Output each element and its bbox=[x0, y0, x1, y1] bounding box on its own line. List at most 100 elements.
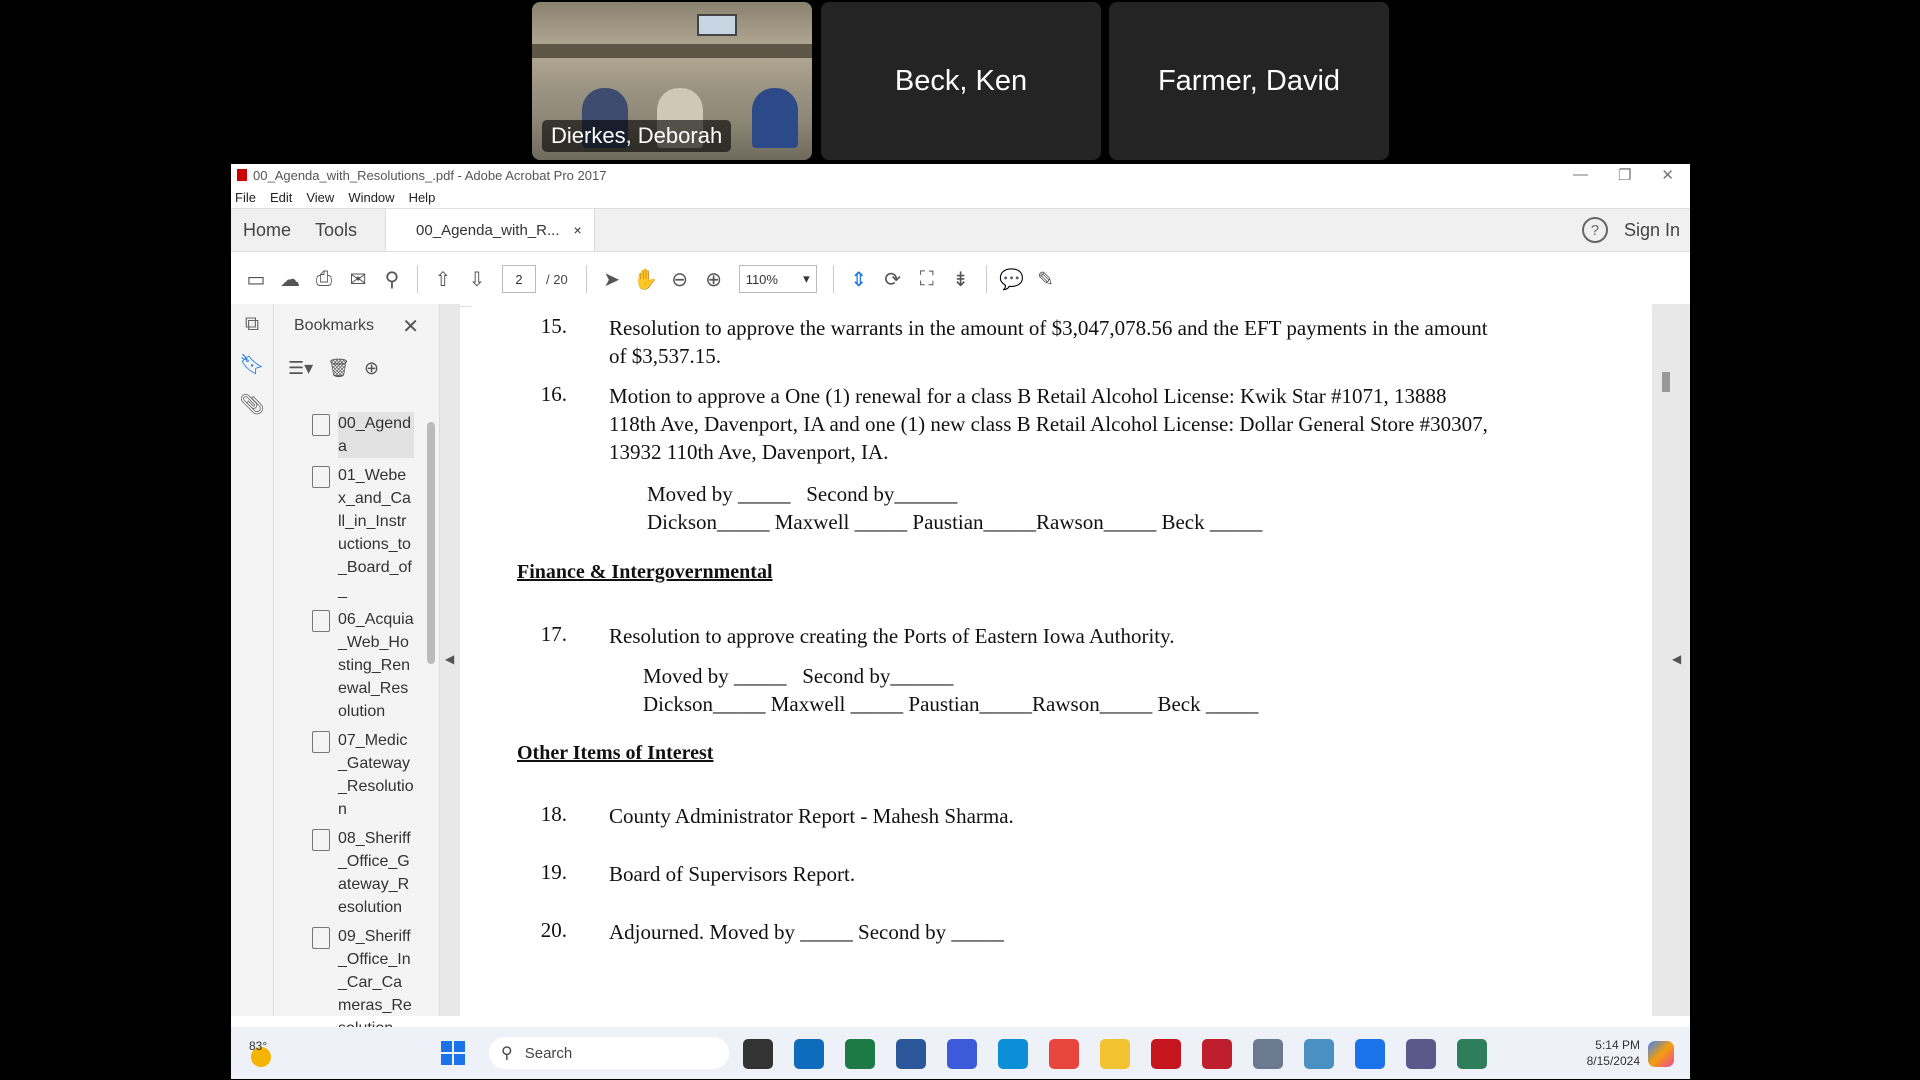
full-screen-icon[interactable]: ⛶ bbox=[910, 262, 944, 296]
participant-video-tile[interactable]: Dierkes, Deborah bbox=[532, 2, 812, 160]
calendar-app-icon[interactable] bbox=[1355, 1039, 1385, 1069]
vote-roll-line: Dickson_____ Maxwell _____ Paustian_____… bbox=[647, 510, 1263, 534]
navigation-rail: ⧉ 🔖︎ 📎︎ bbox=[231, 304, 274, 1016]
bookmark-item[interactable]: 09_Sheriff_Office_In_Car_Cameras_Resolut… bbox=[312, 925, 424, 1040]
item-number: 17. bbox=[540, 622, 567, 646]
title-bar: 00_Agenda_with_Resolutions_.pdf - Adobe … bbox=[231, 164, 1690, 186]
participant-tile[interactable]: Farmer, David bbox=[1109, 2, 1389, 160]
panel-collapse-bar[interactable]: ◀ bbox=[440, 304, 460, 1016]
bookmark-item[interactable]: 06_Acquia_Web_Hosting_Renewal_Resolution bbox=[312, 608, 424, 723]
bookmark-label: 07_Medic_Gateway_Resolution bbox=[338, 732, 414, 818]
page-number-input[interactable]: 2 bbox=[502, 265, 536, 293]
item-text: Motion to approve a One (1) renewal for … bbox=[609, 384, 1488, 464]
menu-bar: File Edit View Window Help bbox=[231, 186, 1690, 208]
file-explorer-icon[interactable] bbox=[1100, 1039, 1130, 1069]
outlook-icon[interactable] bbox=[794, 1039, 824, 1069]
network-app-icon[interactable] bbox=[1304, 1039, 1334, 1069]
next-page-icon[interactable]: ⇩ bbox=[460, 262, 494, 296]
start-button-icon[interactable] bbox=[441, 1041, 465, 1065]
onbase-icon[interactable] bbox=[1457, 1039, 1487, 1069]
rotate-view-icon[interactable]: ⟳ bbox=[876, 262, 910, 296]
section-heading: Other Items of Interest bbox=[517, 742, 714, 764]
menu-view[interactable]: View bbox=[306, 190, 334, 205]
hand-tool-icon[interactable]: ✋ bbox=[629, 262, 663, 296]
tab-home[interactable]: Home bbox=[231, 220, 303, 241]
upload-cloud-icon[interactable]: ☁ bbox=[273, 262, 307, 296]
search-icon[interactable]: ⚲ bbox=[375, 262, 409, 296]
bookmark-label: 09_Sheriff_Office_In_Car_Cameras_Resolut… bbox=[338, 928, 412, 1037]
page-icon bbox=[312, 414, 330, 436]
item-number: 15. bbox=[540, 314, 567, 338]
print-icon[interactable]: ⎙ bbox=[307, 262, 341, 296]
help-icon[interactable]: ? bbox=[1581, 217, 1608, 243]
acrobat-icon[interactable] bbox=[1151, 1039, 1181, 1069]
filezilla-icon[interactable] bbox=[1202, 1039, 1232, 1069]
bookmark-item[interactable]: 07_Medic_Gateway_Resolution bbox=[312, 729, 424, 821]
menu-file[interactable]: File bbox=[235, 190, 256, 205]
task-view-icon[interactable] bbox=[743, 1039, 773, 1069]
participant-tile[interactable]: Beck, Ken bbox=[821, 2, 1101, 160]
snipping-tool-icon[interactable] bbox=[1406, 1039, 1436, 1069]
highlight-pen-icon[interactable]: ✎ bbox=[1029, 262, 1063, 296]
bookmark-item[interactable]: 08_Sheriff_Office_Gateway_Resolution bbox=[312, 827, 424, 919]
excel-icon[interactable] bbox=[845, 1039, 875, 1069]
clock-time: 5:14 PM bbox=[1595, 1038, 1640, 1052]
expand-right-icon[interactable]: ◀ bbox=[1672, 652, 1681, 666]
delete-bookmark-icon[interactable]: 🗑︎ bbox=[327, 358, 350, 379]
tab-document[interactable]: 00_Agenda_with_R... × bbox=[385, 209, 595, 251]
edge-icon[interactable] bbox=[998, 1039, 1028, 1069]
page-thumbnails-icon[interactable]: ⧉ bbox=[231, 304, 273, 344]
zoom-out-icon[interactable]: ⊖ bbox=[663, 262, 697, 296]
bookmark-item[interactable]: 00_Agenda bbox=[312, 412, 424, 458]
taskbar-search[interactable]: ⚲ Search bbox=[489, 1037, 729, 1069]
app-window-icon[interactable] bbox=[1253, 1039, 1283, 1069]
close-window-icon[interactable]: ✕ bbox=[1661, 166, 1674, 184]
menu-edit[interactable]: Edit bbox=[270, 190, 292, 205]
previous-page-icon[interactable]: ⇧ bbox=[426, 262, 460, 296]
new-bookmark-icon[interactable]: ⊕ bbox=[364, 358, 379, 379]
collapse-left-icon[interactable]: ◀ bbox=[445, 652, 454, 666]
menu-window[interactable]: Window bbox=[348, 190, 394, 205]
bookmark-icon[interactable]: 🔖︎ bbox=[231, 344, 273, 384]
sign-in-button[interactable]: Sign In bbox=[1624, 220, 1680, 241]
page-icon bbox=[312, 829, 330, 851]
taskbar: 83° ⚲ Search 5:14 PM 8/15/2024 bbox=[231, 1027, 1690, 1079]
toolbar: ▭ ☁ ⎙ ✉ ⚲ ⇧ ⇩ 2 / 20 ➤ ✋ ⊖ ⊕ 110% ▾ ⇕ ⟳ … bbox=[231, 252, 1690, 307]
bookmarks-scrollbar[interactable] bbox=[427, 422, 435, 664]
word-icon[interactable] bbox=[896, 1039, 926, 1069]
close-panel-icon[interactable]: ✕ bbox=[402, 314, 419, 339]
bookmark-options-icon[interactable]: ☰▾ bbox=[288, 358, 313, 379]
tab-bar: Home Tools 00_Agenda_with_R... × ? Sign … bbox=[231, 208, 1690, 252]
zoom-value: 110% bbox=[745, 271, 778, 287]
tab-tools[interactable]: Tools bbox=[303, 220, 369, 241]
minimize-icon[interactable]: — bbox=[1573, 166, 1588, 184]
menu-help[interactable]: Help bbox=[409, 190, 436, 205]
weather-temperature: 83° bbox=[249, 1039, 268, 1053]
fit-page-icon[interactable]: ⇕ bbox=[842, 262, 876, 296]
scroll-mode-icon[interactable]: ⇟ bbox=[944, 262, 978, 296]
copilot-icon[interactable] bbox=[1648, 1041, 1674, 1067]
save-icon[interactable]: ▭ bbox=[239, 262, 273, 296]
chevron-down-icon: ▾ bbox=[803, 271, 810, 286]
attachment-icon[interactable]: 📎︎ bbox=[231, 384, 273, 424]
email-icon[interactable]: ✉ bbox=[341, 262, 375, 296]
bookmark-label: 01_Webex_and_Call_in_Instructions_to_Boa… bbox=[338, 467, 412, 599]
comment-icon[interactable]: 💬 bbox=[995, 262, 1029, 296]
azure-icon[interactable] bbox=[947, 1039, 977, 1069]
vote-moved-line: Moved by _____ Second by______ bbox=[647, 482, 958, 506]
participant-name: Dierkes, Deborah bbox=[542, 120, 732, 152]
participant-name: Beck, Ken bbox=[894, 64, 1028, 97]
section-heading: Finance & Intergovernmental bbox=[517, 561, 773, 583]
item-number: 18. bbox=[540, 802, 567, 826]
right-panel-bar[interactable]: ◀ bbox=[1652, 304, 1690, 1016]
chrome-icon[interactable] bbox=[1049, 1039, 1079, 1069]
zoom-in-icon[interactable]: ⊕ bbox=[697, 262, 731, 296]
bookmark-item[interactable]: 01_Webex_and_Call_in_Instructions_to_Boa… bbox=[312, 464, 424, 602]
person-figure bbox=[752, 88, 798, 148]
restore-icon[interactable]: ❐ bbox=[1618, 166, 1631, 184]
system-clock[interactable]: 5:14 PM 8/15/2024 bbox=[1587, 1037, 1640, 1069]
zoom-select[interactable]: 110% ▾ bbox=[738, 265, 817, 293]
document-scrollbar-thumb[interactable] bbox=[1662, 372, 1670, 392]
close-tab-icon[interactable]: × bbox=[573, 222, 581, 238]
select-cursor-icon[interactable]: ➤ bbox=[595, 262, 629, 296]
